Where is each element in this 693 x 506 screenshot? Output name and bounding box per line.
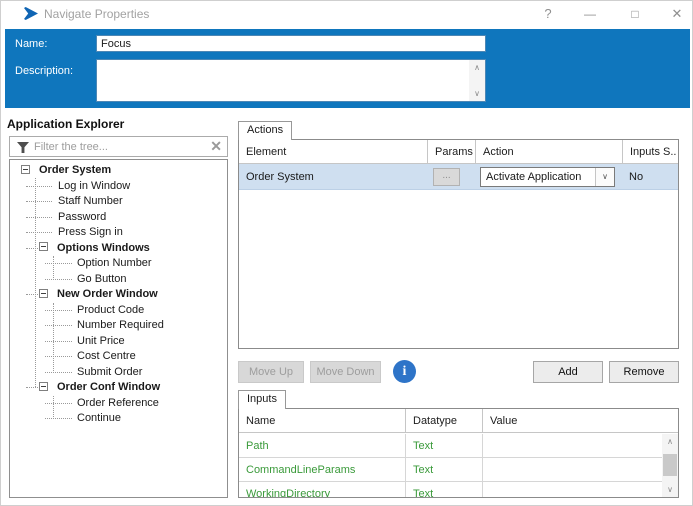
params-ellipsis-button[interactable]: ... bbox=[433, 167, 460, 186]
application-explorer-title: Application Explorer bbox=[7, 117, 125, 131]
collapse-icon[interactable] bbox=[39, 288, 48, 298]
title-bar: Navigate Properties ? — □ ✕ bbox=[1, 1, 692, 27]
minimize-button[interactable]: — bbox=[579, 4, 601, 24]
maximize-button[interactable]: □ bbox=[624, 4, 646, 24]
tree-item-continue[interactable]: Continue bbox=[10, 411, 227, 427]
column-header-element[interactable]: Element bbox=[239, 140, 427, 163]
input-row-path[interactable]: Path Text bbox=[239, 434, 662, 458]
tree-filter-input[interactable] bbox=[34, 138, 199, 155]
chevron-down-icon[interactable]: ∨ bbox=[595, 167, 614, 186]
input-name-cell: WorkingDirectory bbox=[246, 488, 331, 497]
tree-item-submit-order[interactable]: Submit Order bbox=[10, 365, 227, 381]
app-icon bbox=[24, 7, 38, 20]
tree-item-option-number[interactable]: Option Number bbox=[10, 256, 227, 272]
input-value-cell[interactable] bbox=[482, 482, 662, 497]
inputs-scrollbar[interactable]: ∧ ∨ bbox=[662, 434, 678, 497]
input-value-cell[interactable] bbox=[482, 458, 662, 481]
application-explorer-tree: Order System Log in Window Staff Number … bbox=[9, 159, 228, 498]
scrollbar-thumb[interactable] bbox=[663, 454, 677, 476]
scroll-down-icon[interactable]: ∨ bbox=[469, 86, 485, 101]
input-row-workingdirectory[interactable]: WorkingDirectory Text bbox=[239, 482, 662, 497]
description-box: ∧ ∨ bbox=[96, 59, 486, 102]
column-header-value[interactable]: Value bbox=[482, 409, 678, 432]
tree-item-cost-centre[interactable]: Cost Centre bbox=[10, 349, 227, 365]
tree-item-order-system[interactable]: Order System bbox=[10, 163, 227, 179]
description-scrollbar[interactable]: ∧ ∨ bbox=[469, 60, 485, 101]
tree-item-press-sign-in[interactable]: Press Sign in bbox=[10, 225, 227, 241]
collapse-icon[interactable] bbox=[39, 381, 48, 391]
action-dropdown-value: Activate Application bbox=[486, 170, 582, 183]
tree-item-order-reference[interactable]: Order Reference bbox=[10, 396, 227, 412]
actions-table-header: Element Params Action Inputs S.. bbox=[239, 140, 678, 164]
collapse-icon[interactable] bbox=[39, 242, 48, 252]
tree-item-product-code[interactable]: Product Code bbox=[10, 303, 227, 319]
close-button[interactable]: ✕ bbox=[666, 4, 688, 24]
collapse-icon[interactable] bbox=[21, 164, 30, 174]
column-header-name[interactable]: Name bbox=[239, 409, 405, 432]
filter-funnel-icon bbox=[17, 142, 29, 153]
move-up-button[interactable]: Move Up bbox=[238, 361, 304, 383]
actions-tab[interactable]: Actions bbox=[238, 121, 293, 140]
tree-item-options-windows[interactable]: Options Windows bbox=[10, 241, 227, 257]
action-params-cell: ... bbox=[427, 164, 475, 189]
input-row-commandlineparams[interactable]: CommandLineParams Text bbox=[239, 458, 662, 482]
info-icon[interactable]: i bbox=[393, 360, 416, 383]
tree-filter-box: ✕ bbox=[9, 136, 228, 157]
action-element-cell[interactable]: Order System bbox=[239, 164, 427, 189]
inputs-table-header: Name Datatype Value bbox=[239, 409, 678, 433]
filter-clear-icon[interactable]: ✕ bbox=[210, 138, 222, 155]
help-button[interactable]: ? bbox=[537, 4, 559, 24]
add-button[interactable]: Add bbox=[533, 361, 603, 383]
tree-item-log-in-window[interactable]: Log in Window bbox=[10, 179, 227, 195]
action-cell: Activate Application ∨ bbox=[475, 164, 622, 189]
inputs-set-cell: No bbox=[629, 170, 644, 183]
input-datatype-cell: Text bbox=[405, 458, 482, 481]
actions-table: Element Params Action Inputs S.. Order S… bbox=[238, 139, 679, 349]
name-input[interactable] bbox=[96, 35, 486, 52]
table-row-selected[interactable]: Order System ... Activate Application ∨ … bbox=[239, 164, 678, 190]
description-label: Description: bbox=[15, 65, 74, 77]
column-header-inputs-set[interactable]: Inputs S.. bbox=[622, 140, 678, 163]
window-title: Navigate Properties bbox=[44, 7, 150, 21]
name-label: Name: bbox=[15, 38, 48, 50]
properties-header: Name: Description: ∧ ∨ bbox=[5, 29, 690, 108]
tree-item-number-required[interactable]: Number Required bbox=[10, 318, 227, 334]
column-header-datatype[interactable]: Datatype bbox=[405, 409, 482, 432]
tree-item-new-order-window[interactable]: New Order Window bbox=[10, 287, 227, 303]
column-header-action[interactable]: Action bbox=[475, 140, 622, 163]
tree-item-order-conf-window[interactable]: Order Conf Window bbox=[10, 380, 227, 396]
tree-item-password[interactable]: Password bbox=[10, 210, 227, 226]
description-input[interactable] bbox=[97, 60, 470, 101]
move-down-button[interactable]: Move Down bbox=[310, 361, 381, 383]
scroll-up-icon[interactable]: ∧ bbox=[469, 60, 485, 75]
input-datatype-cell: Text bbox=[405, 482, 482, 497]
input-value-cell[interactable] bbox=[482, 434, 662, 457]
tree-item-go-button[interactable]: Go Button bbox=[10, 272, 227, 288]
scroll-up-icon[interactable]: ∧ bbox=[662, 434, 678, 449]
inputs-tab[interactable]: Inputs bbox=[238, 390, 286, 409]
tree-item-staff-number[interactable]: Staff Number bbox=[10, 194, 227, 210]
tree-item-unit-price[interactable]: Unit Price bbox=[10, 334, 227, 350]
inputs-table: Name Datatype Value Path Text CommandLin… bbox=[238, 408, 679, 498]
navigate-properties-dialog: Navigate Properties ? — □ ✕ Name: Descri… bbox=[0, 0, 693, 506]
input-name-cell: Path bbox=[246, 440, 269, 452]
input-name-cell: CommandLineParams bbox=[246, 464, 356, 476]
remove-button[interactable]: Remove bbox=[609, 361, 679, 383]
action-dropdown[interactable]: Activate Application ∨ bbox=[480, 166, 615, 187]
scroll-down-icon[interactable]: ∨ bbox=[662, 482, 678, 497]
input-datatype-cell: Text bbox=[405, 434, 482, 457]
column-header-params[interactable]: Params bbox=[427, 140, 475, 163]
